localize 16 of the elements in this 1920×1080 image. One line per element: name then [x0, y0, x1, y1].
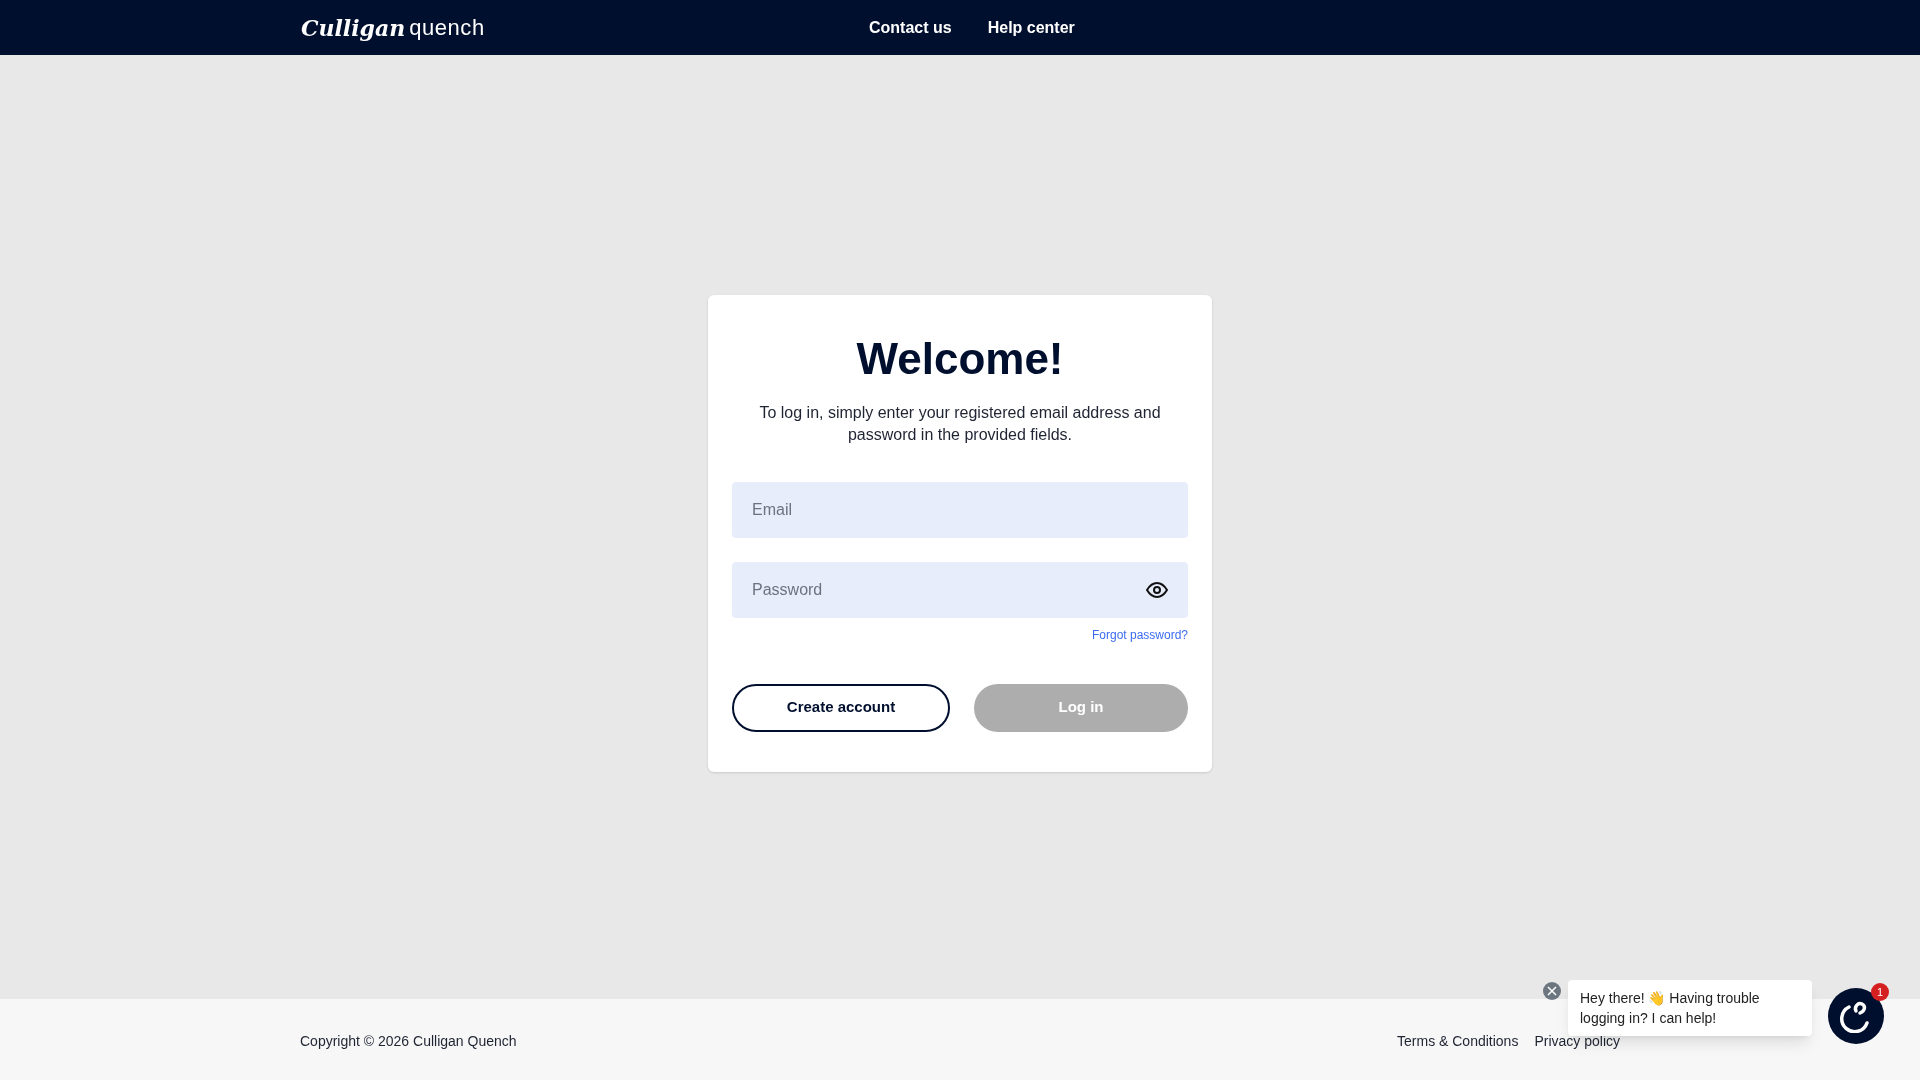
nav-link[interactable]: Contact us [869, 15, 952, 40]
password-field[interactable]: Password [732, 561, 1188, 618]
eye-icon[interactable] [1146, 581, 1168, 598]
chat-bubble[interactable]: Hey there! 👋 Having trouble logging in? I can help! [1568, 980, 1812, 1036]
email-field[interactable]: Email [732, 481, 1188, 538]
notification-badge: 1 [1871, 983, 1889, 1001]
create-account-button[interactable]: Create account [732, 683, 950, 732]
logo[interactable]: Culligan quench [301, 16, 491, 39]
chat-message: Hey there! 👋 Having trouble logging in? I can help! [1580, 989, 1761, 1028]
footer-link[interactable]: Terms & Conditions [1397, 1031, 1519, 1052]
copyright-text: Copyright © 2026 Culligan Quench [300, 1032, 517, 1051]
nav-link[interactable]: Help center [987, 15, 1075, 40]
card-description: To log in, simply enter your registered email address and password in the provided fields. [758, 402, 1162, 445]
card-title: Welcome! [855, 332, 1065, 385]
close-icon[interactable] [1543, 982, 1561, 1000]
forgot-password-link[interactable]: Forgot password? [1091, 625, 1188, 644]
